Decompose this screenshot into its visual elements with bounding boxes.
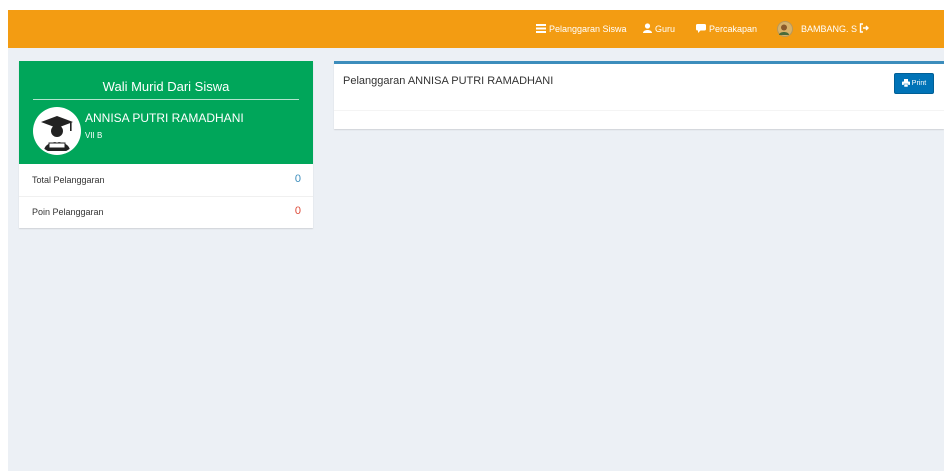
top-navbar: Pelanggaran Siswa Guru Percakapan BAMBAN… bbox=[8, 10, 944, 48]
nav-percakapan[interactable]: Percakapan bbox=[696, 10, 757, 48]
box-divider bbox=[334, 110, 944, 111]
nav-user-menu[interactable]: BAMBANG. S bbox=[777, 10, 872, 48]
violations-box: Pelanggaran ANNISA PUTRI RAMADHANI Print bbox=[334, 61, 944, 129]
nav-guru[interactable]: Guru bbox=[643, 10, 675, 48]
profile-title: Wali Murid Dari Siswa bbox=[102, 79, 230, 94]
profile-divider bbox=[33, 99, 299, 100]
sign-out-icon[interactable] bbox=[859, 23, 872, 35]
graduate-avatar bbox=[33, 107, 81, 155]
comment-icon bbox=[696, 23, 709, 35]
app-frame: Pelanggaran Siswa Guru Percakapan BAMBAN… bbox=[8, 10, 944, 471]
box-title: Pelanggaran ANNISA PUTRI RAMADHANI bbox=[343, 75, 554, 87]
stat-value: 0 bbox=[294, 205, 301, 217]
stat-label: Total Pelanggaran bbox=[32, 175, 105, 185]
stat-label: Poin Pelanggaran bbox=[32, 207, 104, 217]
nav-guru-label: Guru bbox=[655, 24, 676, 34]
student-name: ANNISA PUTRI RAMADHANI bbox=[85, 111, 244, 125]
avatar bbox=[777, 21, 793, 37]
student-class: VII B bbox=[85, 131, 103, 140]
print-icon bbox=[901, 78, 912, 89]
nav-pelanggaran-label: Pelanggaran Siswa bbox=[549, 24, 627, 34]
print-button[interactable]: Print bbox=[894, 73, 934, 94]
user-name: BAMBANG. S bbox=[801, 24, 858, 34]
student-profile-card: Wali Murid Dari Siswa ANNISA PUTRI RAMAD… bbox=[19, 61, 313, 228]
stat-value: 0 bbox=[294, 173, 301, 185]
stat-poin-pelanggaran[interactable]: Poin Pelanggaran 0 bbox=[19, 196, 313, 228]
nav-percakapan-label: Percakapan bbox=[709, 24, 758, 34]
profile-header: Wali Murid Dari Siswa ANNISA PUTRI RAMAD… bbox=[19, 61, 313, 164]
user-icon bbox=[643, 23, 655, 35]
list-icon bbox=[536, 23, 549, 35]
nav-pelanggaran-siswa[interactable]: Pelanggaran Siswa bbox=[536, 10, 627, 48]
print-label: Print bbox=[911, 80, 927, 87]
stat-total-pelanggaran[interactable]: Total Pelanggaran 0 bbox=[19, 164, 313, 197]
